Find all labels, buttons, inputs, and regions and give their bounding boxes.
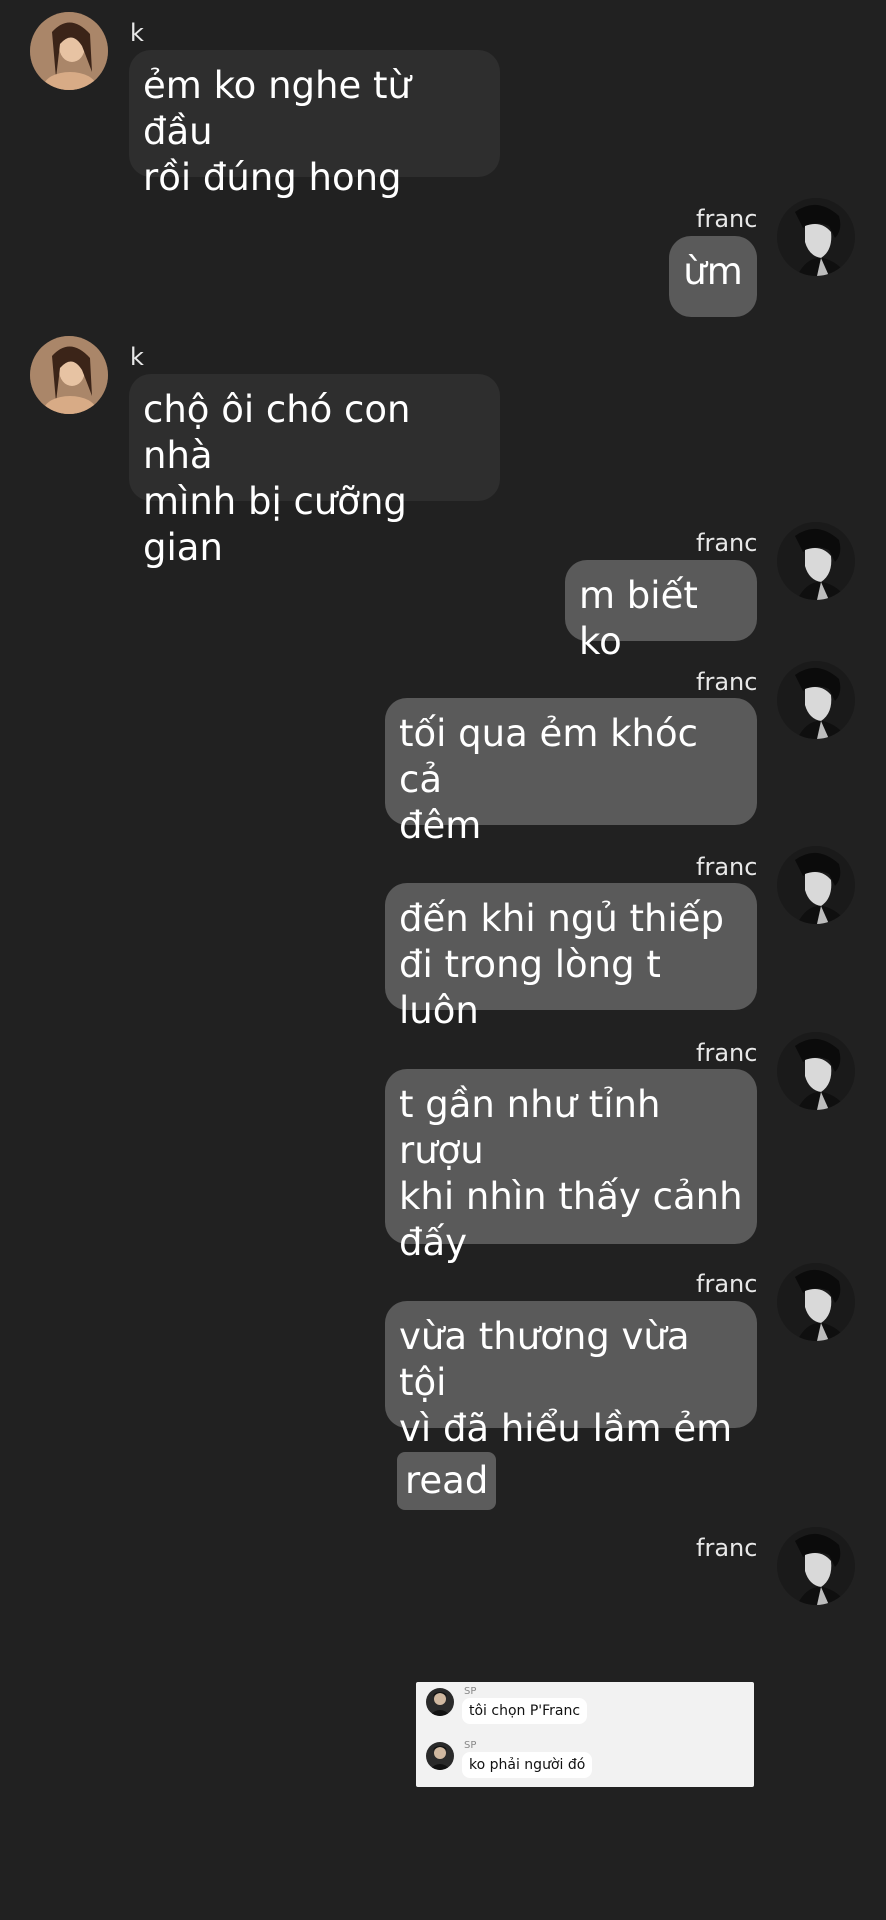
sender-name: franc bbox=[696, 205, 758, 233]
embedded-chat-image[interactable]: SP tôi chọn P'Franc SP ko phải người đó bbox=[416, 1682, 754, 1787]
avatar-franc[interactable] bbox=[777, 1032, 855, 1110]
avatar-franc[interactable] bbox=[777, 198, 855, 276]
chat-screen: k ẻm ko nghe từ đầu rồi đúng hong franc … bbox=[0, 0, 886, 1920]
sender-name: franc bbox=[696, 1534, 758, 1562]
message-bubble[interactable]: ừm bbox=[669, 236, 757, 317]
sender-name: franc bbox=[696, 668, 758, 696]
embedded-avatar bbox=[426, 1688, 454, 1716]
avatar-franc[interactable] bbox=[777, 846, 855, 924]
message-bubble[interactable]: đến khi ngủ thiếp đi trong lòng t luôn bbox=[385, 883, 757, 1032]
message-bubble[interactable]: chộ ôi chó con nhà mình bị cưỡng gian bbox=[129, 374, 500, 569]
avatar-franc[interactable] bbox=[777, 1263, 855, 1341]
embedded-avatar bbox=[426, 1742, 454, 1770]
embedded-message-bubble: tôi chọn P'Franc bbox=[462, 1698, 588, 1724]
avatar-k[interactable] bbox=[30, 336, 108, 414]
sender-name: franc bbox=[696, 853, 758, 881]
embedded-message-bubble: ko phải người đó bbox=[462, 1752, 593, 1778]
sender-name: k bbox=[130, 343, 144, 371]
read-status: read bbox=[397, 1452, 497, 1510]
embedded-sender-name: SP bbox=[464, 1740, 477, 1751]
message-bubble[interactable]: ẻm ko nghe từ đầu rồi đúng hong bbox=[129, 50, 500, 199]
embedded-sender-name: SP bbox=[464, 1686, 477, 1697]
avatar-k[interactable] bbox=[30, 12, 108, 90]
message-bubble[interactable]: vừa thương vừa tội vì đã hiểu lầm ẻm bbox=[385, 1301, 757, 1450]
message-bubble[interactable]: m biết ko bbox=[565, 560, 757, 663]
sender-name: franc bbox=[696, 1270, 758, 1298]
avatar-franc[interactable] bbox=[777, 661, 855, 739]
embedded-message: SP tôi chọn P'Franc bbox=[416, 1684, 754, 1732]
sender-name: franc bbox=[696, 1039, 758, 1067]
sender-name: franc bbox=[696, 529, 758, 557]
embedded-message: SP ko phải người đó bbox=[416, 1738, 754, 1786]
avatar-franc[interactable] bbox=[777, 522, 855, 600]
sender-name: k bbox=[130, 19, 144, 47]
message-bubble[interactable]: tối qua ẻm khóc cả đêm bbox=[385, 698, 757, 847]
avatar-franc[interactable] bbox=[777, 1527, 855, 1605]
message-bubble[interactable]: t gần như tỉnh rượu khi nhìn thấy cảnh đ… bbox=[385, 1069, 757, 1264]
